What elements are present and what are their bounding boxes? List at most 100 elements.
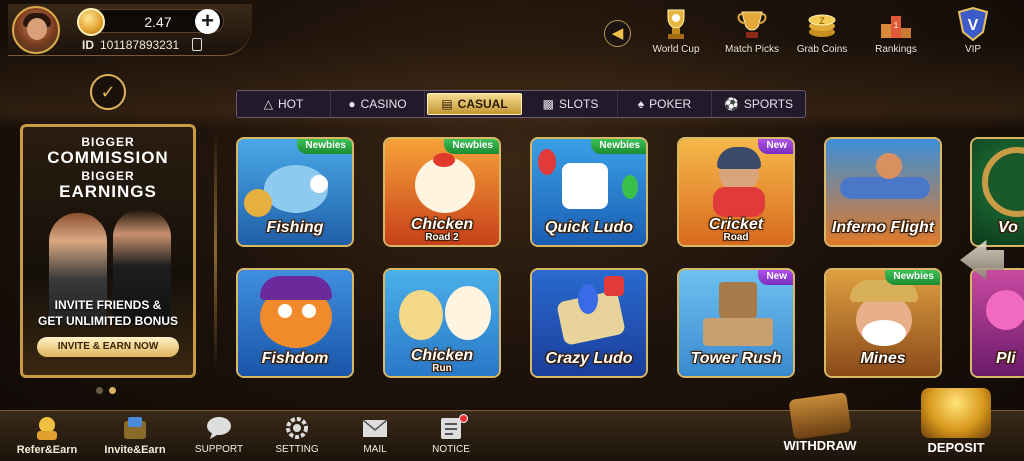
tab-sports[interactable]: ⚽ SPORTS: [712, 91, 805, 117]
bottom-nav-label: MAIL: [363, 444, 387, 455]
promo-banner[interactable]: BIGGER COMMISSION BIGGER EARNINGS INVITE…: [20, 124, 196, 378]
trophy-icon: [667, 9, 685, 39]
avatar[interactable]: [12, 6, 60, 54]
tab-hot[interactable]: △ HOT: [237, 91, 331, 117]
treasure-chest-icon: [921, 388, 991, 438]
game-tile-fishdom[interactable]: Fishdom: [236, 268, 354, 378]
new-badge: New: [758, 270, 793, 285]
notification-dot: [459, 414, 468, 423]
game-lobby: 2.47 + ID 101187893231 ◀ World Cup Match …: [0, 0, 1024, 461]
bottom-nav-label: NOTICE: [432, 444, 470, 455]
tab-poker[interactable]: ♠ POKER: [618, 91, 712, 117]
coin-icon: [77, 8, 105, 36]
gear-icon: [286, 417, 308, 439]
game-title: Vo: [972, 219, 1024, 237]
tab-casual[interactable]: ▤ CASUAL: [427, 93, 522, 115]
wallet-icon: [788, 392, 852, 440]
bottom-nav-invite-earn[interactable]: Invite&Earn: [100, 415, 170, 456]
game-name: Mines: [860, 350, 906, 367]
refer-icon: [37, 417, 57, 440]
bottom-nav-refer-earn[interactable]: Refer&Earn: [12, 415, 82, 456]
game-tile-tower-rush[interactable]: New Tower Rush: [677, 268, 795, 378]
topnav-match-picks[interactable]: Match Picks: [716, 6, 788, 60]
game-name: Fishdom: [261, 350, 329, 367]
game-title: Chicken Run: [385, 348, 499, 374]
invite-earn-button[interactable]: INVITE & EARN NOW: [37, 337, 179, 357]
bottom-nav-mail[interactable]: MAIL: [340, 415, 410, 455]
invite-line: INVITE FRIENDS &: [54, 298, 162, 312]
topnav-label: Match Picks: [725, 44, 779, 55]
tab-casino[interactable]: ● CASINO: [331, 91, 425, 117]
tab-label: HOT: [277, 97, 304, 111]
carousel-dot[interactable]: [96, 387, 103, 394]
game-name: Vo: [998, 219, 1018, 236]
podium-icon: 1: [881, 16, 911, 38]
chat-icon: [207, 417, 231, 439]
game-tile-vo[interactable]: Vo: [970, 137, 1024, 247]
user-id: ID 101187893231: [82, 38, 179, 52]
bottom-nav-support[interactable]: SUPPORT: [184, 415, 254, 455]
invite-icon: [124, 417, 146, 439]
game-name: Chicken: [410, 216, 474, 233]
copy-icon[interactable]: [192, 38, 202, 51]
topnav-vip[interactable]: V VIP: [937, 6, 1009, 60]
game-tile-fishing[interactable]: Newbies Fishing: [236, 137, 354, 247]
invite-line: GET UNLIMITED BONUS: [38, 314, 178, 328]
game-name: Quick Ludo: [545, 219, 633, 236]
game-tile-quick-ludo[interactable]: Newbies Quick Ludo: [530, 137, 648, 247]
newbies-badge: Newbies: [885, 270, 940, 285]
game-tile-chicken-road-2[interactable]: Newbies Chicken Road 2: [383, 137, 501, 247]
newbies-badge: Newbies: [591, 139, 646, 154]
topnav-grab-coins[interactable]: Z Grab Coins: [786, 6, 858, 60]
game-title: Tower Rush: [679, 350, 793, 368]
carousel-dot[interactable]: [109, 387, 116, 394]
game-tile-mines[interactable]: Newbies Mines: [824, 268, 942, 378]
tab-label: SLOTS: [558, 97, 599, 111]
verified-shield-icon[interactable]: ✓: [90, 74, 126, 110]
game-name: Pli: [996, 350, 1016, 367]
bottom-nav-label: Invite&Earn: [104, 444, 166, 456]
game-name: Fishing: [266, 219, 324, 236]
svg-text:Z: Z: [819, 16, 825, 26]
tab-label: CASUAL: [457, 97, 508, 111]
game-name: Cricket: [708, 216, 764, 233]
promo-line: BIGGER: [81, 135, 135, 149]
game-tile-pli[interactable]: Pli: [970, 268, 1024, 378]
game-title: Crazy Ludo: [532, 350, 646, 368]
bottom-nav-label: Refer&Earn: [16, 444, 78, 456]
fire-icon: △: [263, 97, 273, 111]
game-title: Pli: [972, 350, 1024, 368]
game-tile-inferno-flight[interactable]: Inferno Flight: [824, 137, 942, 247]
id-value: 101187893231: [100, 38, 180, 52]
category-tabs: △ HOT ● CASINO ▤ CASUAL ▩ SLOTS ♠ POKER ⚽ SPOR…: [236, 90, 806, 118]
game-subtitle: Run: [432, 363, 452, 374]
game-title: Cricket Road: [679, 217, 793, 243]
svg-text:V: V: [968, 17, 979, 34]
tab-label: CASINO: [360, 97, 407, 111]
ball-icon: ⚽: [723, 97, 739, 111]
bottom-nav-notice[interactable]: NOTICE: [416, 414, 486, 455]
vip-badge-icon: V: [957, 6, 989, 42]
bottom-nav-setting[interactable]: SETTING: [262, 415, 332, 455]
game-subtitle: Road: [723, 232, 749, 243]
withdraw-button[interactable]: WITHDRAW: [780, 392, 860, 453]
add-funds-button[interactable]: +: [195, 9, 220, 34]
coins-icon: Z: [808, 14, 836, 37]
topnav-world-cup[interactable]: World Cup: [640, 6, 712, 60]
casino-icon: ●: [348, 97, 356, 111]
back-button[interactable]: ◀: [604, 20, 631, 47]
game-subtitle: Road 2: [425, 232, 459, 243]
game-name: Inferno Flight: [831, 219, 935, 236]
game-title: Fishing: [238, 219, 352, 237]
game-title: Mines: [826, 350, 940, 368]
game-tile-chicken-run[interactable]: Chicken Run: [383, 268, 501, 378]
deposit-button[interactable]: DEPOSIT: [914, 388, 998, 455]
profile-panel: 2.47 + ID 101187893231: [8, 4, 252, 56]
divider: [214, 130, 217, 370]
carousel-dots: [96, 381, 122, 399]
topnav-rankings[interactable]: 1 Rankings: [860, 6, 932, 60]
balance-pill: 2.47 +: [77, 8, 224, 36]
game-tile-crazy-ludo[interactable]: Crazy Ludo: [530, 268, 648, 378]
tab-slots[interactable]: ▩ SLOTS: [524, 91, 618, 117]
game-tile-cricket-road[interactable]: New Cricket Road: [677, 137, 795, 247]
